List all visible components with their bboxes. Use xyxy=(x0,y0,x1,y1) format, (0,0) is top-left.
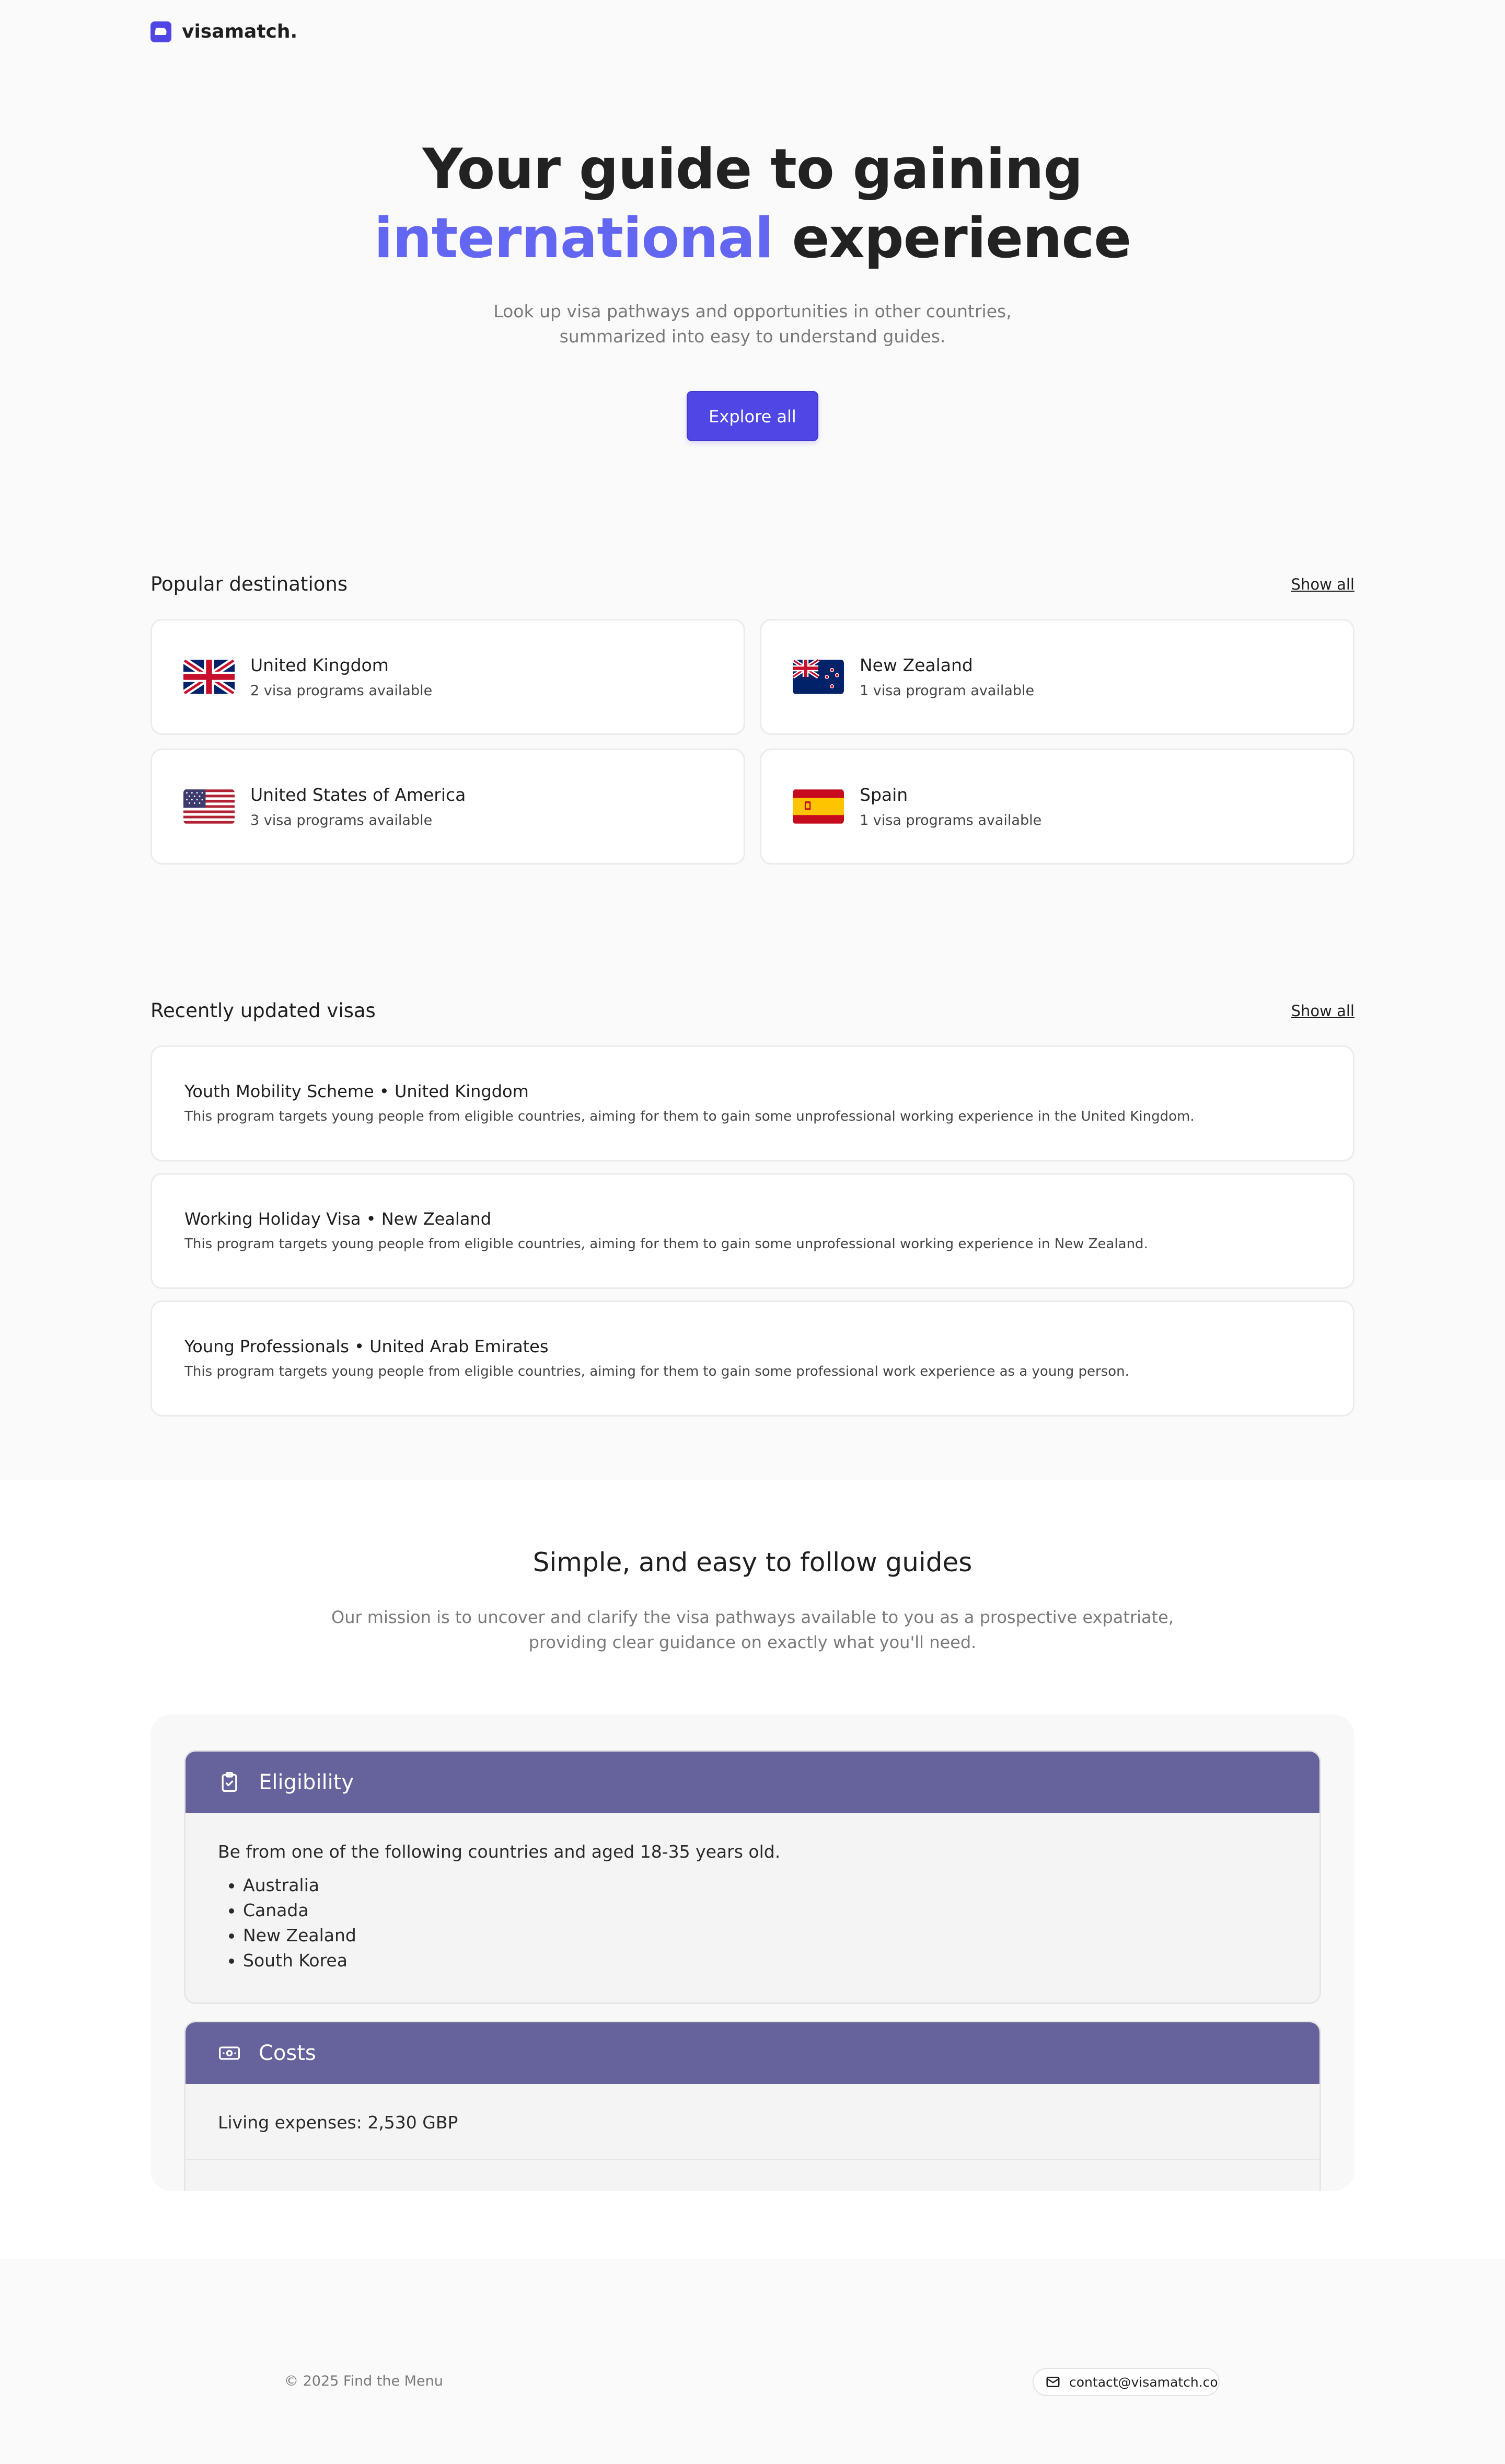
uk-flag-icon xyxy=(183,659,235,695)
visa-title: Young Professionals • United Arab Emirat… xyxy=(184,1337,549,1356)
destinations-show-all-link[interactable]: Show all xyxy=(1291,575,1354,593)
visa-card[interactable]: Youth Mobility Scheme • United Kingdom T… xyxy=(150,1045,1354,1161)
eligible-countries-list: Australia Canada New Zealand South Korea xyxy=(218,1873,1287,1973)
nz-flag-icon xyxy=(793,659,844,695)
hero-title-accent: international xyxy=(374,206,774,270)
visa-description: This program targets young people from e… xyxy=(184,1364,1129,1379)
mission-title: Simple, and easy to follow guides xyxy=(532,1547,973,1578)
destination-programs: 3 visa programs available xyxy=(250,812,433,828)
list-item: New Zealand xyxy=(243,1923,1287,1948)
list-item: Canada xyxy=(243,1898,1287,1923)
visa-title: Youth Mobility Scheme • United Kingdom xyxy=(184,1081,529,1101)
destination-name: New Zealand xyxy=(860,655,973,675)
hero-title-rest: experience xyxy=(792,206,1131,270)
destination-card-usa[interactable]: United States of America 3 visa programs… xyxy=(150,749,745,865)
costs-title: Costs xyxy=(259,2041,316,2065)
destination-programs: 1 visa program available xyxy=(860,683,1035,699)
visa-description: This program targets young people from e… xyxy=(184,1109,1195,1124)
destination-programs: 1 visa programs available xyxy=(860,812,1042,828)
destinations-header: Popular destinations Show all xyxy=(150,573,1354,595)
guide-preview-panel: Eligibility Be from one of the following… xyxy=(150,1714,1354,2191)
visa-card[interactable]: Young Professionals • United Arab Emirat… xyxy=(150,1300,1354,1417)
eligibility-title: Eligibility xyxy=(259,1770,354,1794)
banknote-icon xyxy=(219,2046,240,2060)
visas-show-all-link[interactable]: Show all xyxy=(1291,1002,1354,1020)
destination-card-spain[interactable]: Spain 1 visa programs available xyxy=(760,749,1354,865)
destinations-title: Popular destinations xyxy=(150,573,348,595)
brand-name: visamatch. xyxy=(182,21,298,42)
hero-subtitle: Look up visa pathways and opportunities … xyxy=(493,301,1012,347)
eligibility-block: Eligibility Be from one of the following… xyxy=(184,1750,1321,2004)
destination-card-nz[interactable]: New Zealand 1 visa program available xyxy=(760,619,1354,735)
destination-name: United Kingdom xyxy=(250,655,389,675)
visas-title: Recently updated visas xyxy=(150,999,376,1022)
footer-copyright: © 2025 Find the Menu xyxy=(284,2373,443,2389)
visa-card[interactable]: Working Holiday Visa • New Zealand This … xyxy=(150,1173,1354,1289)
destination-card-uk[interactable]: United Kingdom 2 visa programs available xyxy=(150,619,745,735)
costs-block: Costs Living expenses: 2,530 GBP xyxy=(184,2021,1321,2191)
visas-header: Recently updated visas Show all xyxy=(150,999,1354,1022)
eligibility-header: Eligibility xyxy=(186,1752,1319,1813)
living-expenses: Living expenses: 2,530 GBP xyxy=(218,2112,458,2133)
destination-name: United States of America xyxy=(250,785,466,805)
list-item: South Korea xyxy=(243,1948,1287,1973)
contact-email-link[interactable]: contact@visamatch.co xyxy=(1033,2368,1220,2396)
hero-section: Your guide to gaining international expe… xyxy=(0,135,1505,441)
logo[interactable]: visamatch. xyxy=(150,21,297,42)
list-item: Australia xyxy=(243,1873,1287,1898)
page: visamatch. Your guide to gaining interna… xyxy=(0,0,1505,2464)
contact-email: contact@visamatch.co xyxy=(1069,2374,1218,2390)
hero-title-line1: Your guide to gaining xyxy=(422,137,1083,201)
costs-header: Costs xyxy=(186,2022,1319,2084)
destination-programs: 2 visa programs available xyxy=(250,683,433,699)
es-flag-icon xyxy=(793,789,844,824)
eligibility-intro: Be from one of the following countries a… xyxy=(218,1841,781,1862)
destination-name: Spain xyxy=(860,785,908,805)
mail-icon xyxy=(1046,2377,1060,2387)
explore-all-button[interactable]: Explore all xyxy=(687,391,818,441)
us-flag-icon xyxy=(183,789,235,824)
clipboard-check-icon xyxy=(222,1772,237,1792)
costs-body: Living expenses: 2,530 GBP xyxy=(186,2084,1319,2160)
hero-title: Your guide to gaining international expe… xyxy=(0,135,1505,273)
visa-title: Working Holiday Visa • New Zealand xyxy=(184,1209,491,1229)
mission-text: Our mission is to uncover and clarify th… xyxy=(331,1607,1174,1652)
eligibility-body: Be from one of the following countries a… xyxy=(186,1813,1319,1999)
logo-icon xyxy=(150,21,171,42)
visa-description: This program targets young people from e… xyxy=(184,1236,1148,1252)
